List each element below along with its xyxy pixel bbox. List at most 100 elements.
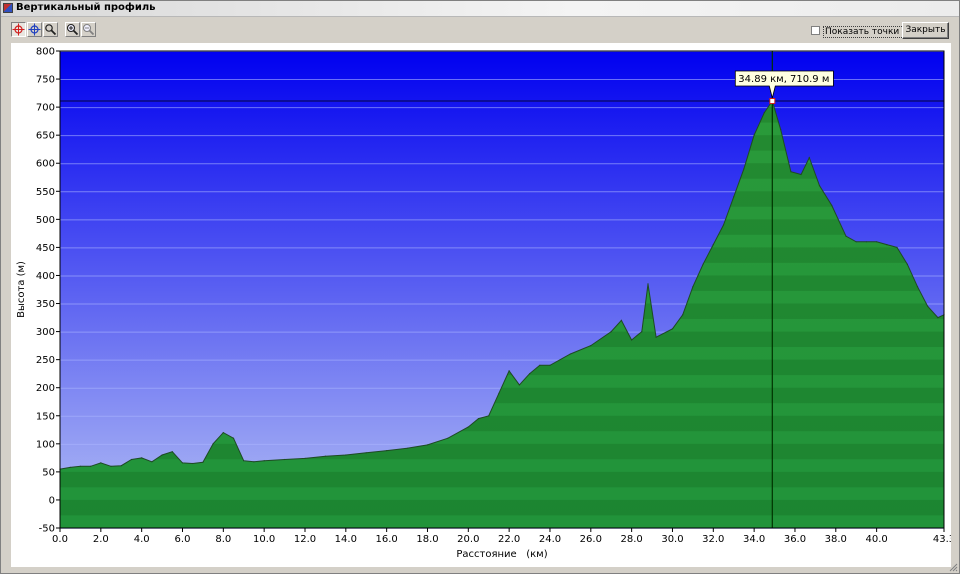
checkbox-box[interactable]	[811, 26, 820, 35]
x-tick-label: 2.0	[93, 534, 109, 545]
data-point	[845, 235, 847, 237]
toolbar: Показать точки трека Закрыть	[1, 17, 959, 43]
data-point	[610, 331, 612, 333]
data-point	[110, 465, 112, 467]
resize-grip-icon[interactable]	[948, 562, 958, 572]
data-point	[780, 129, 782, 131]
data-point	[896, 246, 898, 248]
data-point	[763, 112, 765, 114]
y-tick-label: 300	[36, 327, 55, 338]
data-point	[141, 457, 143, 459]
data-point	[508, 370, 510, 372]
close-button[interactable]: Закрыть	[902, 22, 949, 39]
data-point	[818, 185, 821, 187]
data-point	[171, 451, 173, 453]
data-point	[304, 457, 306, 459]
x-tick-label: 10.0	[253, 534, 275, 545]
chart-panel: 0.0 2.0 4.0 6.0 8.0 10.0 12.0 14.0 16.0 18.0 20.0 2…	[11, 43, 951, 567]
data-point	[130, 458, 133, 461]
data-point	[733, 196, 735, 198]
data-point	[447, 437, 449, 439]
x-tick-label: 28.0	[621, 534, 643, 545]
y-tick-label: 350	[36, 299, 55, 310]
data-point	[243, 460, 245, 462]
y-tick-label: 0	[49, 495, 55, 506]
data-point	[192, 462, 194, 465]
x-axis-title: Расстояние (км)	[456, 549, 547, 560]
y-tick-label: 650	[36, 131, 55, 142]
y-tick-label: 250	[36, 355, 55, 366]
data-point	[620, 319, 623, 321]
data-point	[477, 418, 480, 420]
data-point	[569, 353, 572, 355]
title-bar[interactable]: Вертикальный профиль	[1, 1, 959, 17]
x-tick-label: 36.0	[784, 534, 806, 545]
data-point	[916, 286, 919, 288]
data-point	[682, 314, 684, 316]
data-point	[743, 168, 745, 170]
pan-magnifier-tool-button[interactable]	[43, 22, 58, 37]
data-point	[253, 461, 255, 463]
data-point	[79, 465, 81, 467]
data-point	[467, 426, 469, 428]
data-point	[386, 450, 388, 452]
data-point	[529, 373, 531, 375]
x-tick-label: 22.0	[498, 534, 520, 545]
data-point	[631, 339, 633, 341]
data-point	[181, 462, 184, 464]
cursor-marker[interactable]	[769, 98, 776, 105]
zoom-in-tool-button[interactable]	[65, 22, 80, 37]
pan-magnifier-icon	[45, 24, 57, 36]
data-point	[406, 447, 408, 449]
zoom-in-icon	[66, 23, 79, 36]
zoom-out-tool-button[interactable]	[81, 22, 96, 37]
y-axis-title: Высота (м)	[16, 261, 27, 318]
x-tick-label: 14.0	[335, 534, 357, 545]
x-tick-label: 6.0	[175, 534, 191, 545]
data-point	[488, 415, 490, 417]
y-tick-label: 150	[36, 411, 55, 422]
data-point	[284, 458, 286, 461]
y-tick-label: 800	[36, 47, 55, 58]
x-tick-label: 30.0	[661, 534, 683, 545]
x-tick-label: 32.0	[702, 534, 724, 545]
data-point	[906, 263, 908, 265]
data-point	[790, 171, 792, 173]
data-point	[722, 224, 725, 226]
x-tick-label: 0.0	[52, 534, 68, 545]
data-point	[671, 328, 674, 330]
data-point	[865, 241, 868, 243]
data-point	[90, 465, 92, 467]
y-tick-label: 500	[36, 215, 55, 226]
x-tick-label: 20.0	[457, 534, 479, 545]
crosshair-red-tool-button[interactable]	[11, 22, 26, 37]
elevation-profile-chart[interactable]: 0.0 2.0 4.0 6.0 8.0 10.0 12.0 14.0 16.0 18.0 20.0 2…	[11, 43, 951, 567]
crosshair-blue-tool-button[interactable]	[27, 22, 42, 37]
y-tick-label: 200	[36, 383, 55, 394]
data-point	[927, 305, 929, 307]
data-point	[549, 364, 551, 366]
crosshair-red-icon	[12, 23, 25, 36]
x-tick-label: 34.0	[743, 534, 765, 545]
crosshair-blue-icon	[28, 23, 41, 36]
data-point	[151, 461, 153, 463]
zoom-out-icon	[82, 23, 95, 36]
profile-window: Вертикальный профиль Показать точки трек…	[0, 0, 960, 574]
x-tick-label: 16.0	[376, 534, 398, 545]
data-point	[161, 454, 163, 456]
x-tick-label: 8.0	[215, 534, 231, 545]
data-point	[518, 384, 520, 386]
data-point	[120, 465, 122, 467]
data-point	[937, 317, 939, 319]
data-point	[831, 204, 833, 206]
y-tick-label: 400	[36, 271, 55, 282]
x-tick-label: 12.0	[294, 534, 316, 545]
y-tick-label: 550	[36, 187, 55, 198]
data-point	[100, 462, 102, 464]
tooltip-text: 34.89 км, 710.9 м	[738, 74, 829, 85]
data-point	[855, 241, 857, 243]
y-axis: 8007507006506005505004504003503002502001…	[36, 47, 60, 535]
y-tick-label: -50	[39, 524, 55, 535]
data-point	[876, 241, 878, 243]
x-tick-label: 26.0	[580, 534, 602, 545]
